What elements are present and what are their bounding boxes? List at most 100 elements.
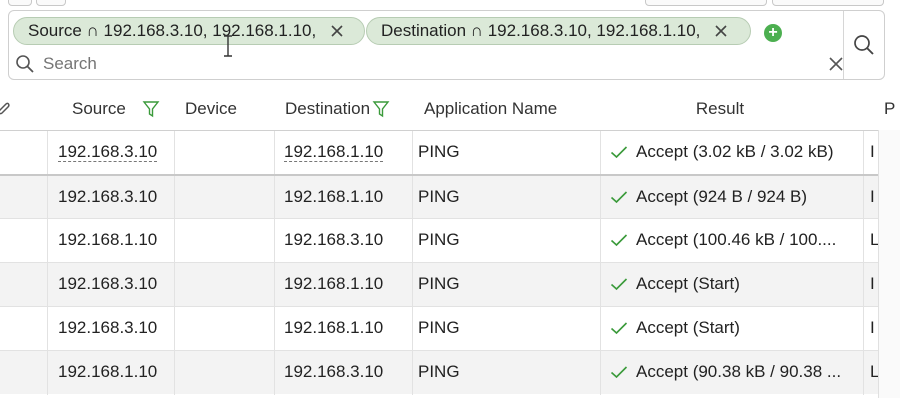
filter-chip-label: Destination ∩ 192.168.3.10, 192.168.1.10… — [381, 21, 701, 40]
table-row[interactable]: 192.168.1.10 192.168.3.10 PING Accept (100.… — [0, 218, 880, 263]
cell-destination[interactable]: 192.168.1.10 — [284, 263, 411, 305]
cell-device[interactable] — [185, 307, 273, 349]
truncated-value: I — [870, 274, 875, 293]
toolbar-button[interactable] — [36, 0, 66, 6]
add-filter-icon[interactable]: + — [764, 24, 782, 42]
check-icon — [610, 234, 628, 247]
column-header-truncated[interactable]: P — [884, 88, 900, 130]
column-header-label: Application Name — [424, 99, 558, 118]
source-ip[interactable]: 192.168.1.10 — [58, 362, 157, 382]
toolbar-button[interactable] — [645, 0, 767, 6]
column-header-label: Source — [72, 99, 126, 118]
filter-search-box: Source ∩ 192.168.3.10, 192.168.1.10, Des… — [8, 10, 885, 80]
cell-source[interactable]: 192.168.3.10 — [58, 176, 173, 218]
cell-source[interactable]: 192.168.3.10 — [58, 307, 173, 349]
cell-truncated: I — [870, 131, 878, 173]
close-icon[interactable] — [712, 22, 730, 40]
cell-application[interactable]: PING — [418, 219, 598, 261]
cell-truncated: L — [870, 351, 878, 393]
destination-ip[interactable]: 192.168.1.10 — [284, 142, 384, 162]
source-ip[interactable]: 192.168.3.10 — [58, 187, 157, 207]
cell-application[interactable]: PING — [418, 307, 598, 349]
cell-device[interactable] — [185, 219, 273, 261]
table-row[interactable]: 192.168.1.10 192.168.3.10 PING Accept (90.3… — [0, 350, 880, 395]
destination-ip[interactable]: 192.168.3.10 — [284, 362, 383, 382]
cell-result[interactable]: Accept (Start) — [610, 307, 860, 349]
cell-result[interactable]: Accept (3.02 kB / 3.02 kB) — [610, 131, 860, 173]
filter-icon[interactable] — [372, 100, 390, 118]
cell-destination[interactable]: 192.168.1.10 — [284, 307, 411, 349]
application-name: PING — [418, 142, 460, 161]
source-ip[interactable]: 192.168.1.10 — [58, 230, 157, 250]
destination-ip[interactable]: 192.168.1.10 — [284, 187, 383, 207]
table-row[interactable]: 192.168.3.10 192.168.1.10 PING Accept (3.02… — [0, 130, 880, 175]
table-row[interactable]: 192.168.3.10 192.168.1.10 PING Accept (Star… — [0, 262, 880, 307]
search-button[interactable] — [843, 11, 884, 79]
result-text: Accept (3.02 kB / 3.02 kB) — [636, 142, 834, 161]
cell-device[interactable] — [185, 131, 273, 173]
column-header-result[interactable]: Result — [600, 88, 840, 130]
paperclip-icon — [0, 102, 10, 115]
source-ip[interactable]: 192.168.3.10 — [58, 274, 157, 294]
cell-source[interactable]: 192.168.1.10 — [58, 219, 173, 261]
result-text: Accept (100.46 kB / 100.... — [636, 230, 837, 249]
destination-ip[interactable]: 192.168.3.10 — [284, 230, 383, 250]
cell-destination[interactable]: 192.168.3.10 — [284, 351, 411, 393]
cell-destination[interactable]: 192.168.1.10 — [284, 131, 411, 173]
check-icon — [610, 322, 628, 335]
result-text: Accept (Start) — [636, 318, 740, 337]
check-icon — [610, 366, 628, 379]
column-header-label: P — [884, 99, 896, 118]
filter-icon[interactable] — [142, 100, 160, 118]
column-header-application-name[interactable]: Application Name — [424, 88, 594, 130]
application-name: PING — [418, 187, 460, 206]
column-header-label: Result — [695, 99, 745, 118]
search-input[interactable] — [41, 53, 805, 75]
cell-destination[interactable]: 192.168.1.10 — [284, 176, 411, 218]
cell-device[interactable] — [185, 263, 273, 305]
column-header-destination[interactable]: Destination — [285, 88, 410, 130]
cell-source[interactable]: 192.168.1.10 — [58, 351, 173, 393]
truncated-value: I — [870, 318, 875, 337]
vertical-scrollbar[interactable] — [878, 130, 900, 398]
search-icon — [16, 55, 34, 73]
destination-ip[interactable]: 192.168.1.10 — [284, 318, 383, 338]
column-header-source[interactable]: Source — [72, 88, 172, 130]
cell-source[interactable]: 192.168.3.10 — [58, 263, 173, 305]
cell-device[interactable] — [185, 351, 273, 393]
truncated-value: L — [870, 362, 878, 381]
cell-result[interactable]: Accept (Start) — [610, 263, 860, 305]
cell-result[interactable]: Accept (100.46 kB / 100.... — [610, 219, 860, 261]
cell-destination[interactable]: 192.168.3.10 — [284, 219, 411, 261]
cell-result[interactable]: Accept (924 B / 924 B) — [610, 176, 860, 218]
toolbar-button[interactable] — [8, 0, 32, 6]
column-header-device[interactable]: Device — [185, 88, 265, 130]
application-name: PING — [418, 318, 460, 337]
close-icon[interactable] — [328, 22, 346, 40]
source-ip[interactable]: 192.168.3.10 — [58, 142, 158, 162]
attachment-column-header[interactable] — [0, 88, 18, 130]
cell-application[interactable]: PING — [418, 176, 598, 218]
cell-result[interactable]: Accept (90.38 kB / 90.38 ... — [610, 351, 860, 393]
cell-source[interactable]: 192.168.3.10 — [58, 131, 173, 173]
cell-device[interactable] — [185, 176, 273, 218]
column-header-label: Device — [185, 99, 237, 118]
truncated-value: I — [870, 187, 875, 206]
table-row[interactable]: 192.168.3.10 192.168.1.10 PING Accept (924 … — [0, 174, 880, 220]
search-row — [15, 51, 845, 77]
table-header: Source Device Destination Application Na… — [0, 88, 900, 130]
truncated-value: L — [870, 230, 878, 249]
destination-ip[interactable]: 192.168.1.10 — [284, 274, 383, 294]
cell-truncated: I — [870, 307, 878, 349]
filter-chip-destination[interactable]: Destination ∩ 192.168.3.10, 192.168.1.10… — [366, 17, 751, 45]
cell-application[interactable]: PING — [418, 131, 598, 173]
result-text: Accept (924 B / 924 B) — [636, 187, 808, 206]
cell-application[interactable]: PING — [418, 351, 598, 393]
cell-application[interactable]: PING — [418, 263, 598, 305]
cell-truncated: I — [870, 263, 878, 305]
source-ip[interactable]: 192.168.3.10 — [58, 318, 157, 338]
truncated-value: I — [870, 142, 875, 161]
filter-chip-source[interactable]: Source ∩ 192.168.3.10, 192.168.1.10, — [13, 17, 365, 45]
toolbar-button[interactable] — [772, 0, 884, 6]
table-row[interactable]: 192.168.3.10 192.168.1.10 PING Accept (Star… — [0, 306, 880, 351]
